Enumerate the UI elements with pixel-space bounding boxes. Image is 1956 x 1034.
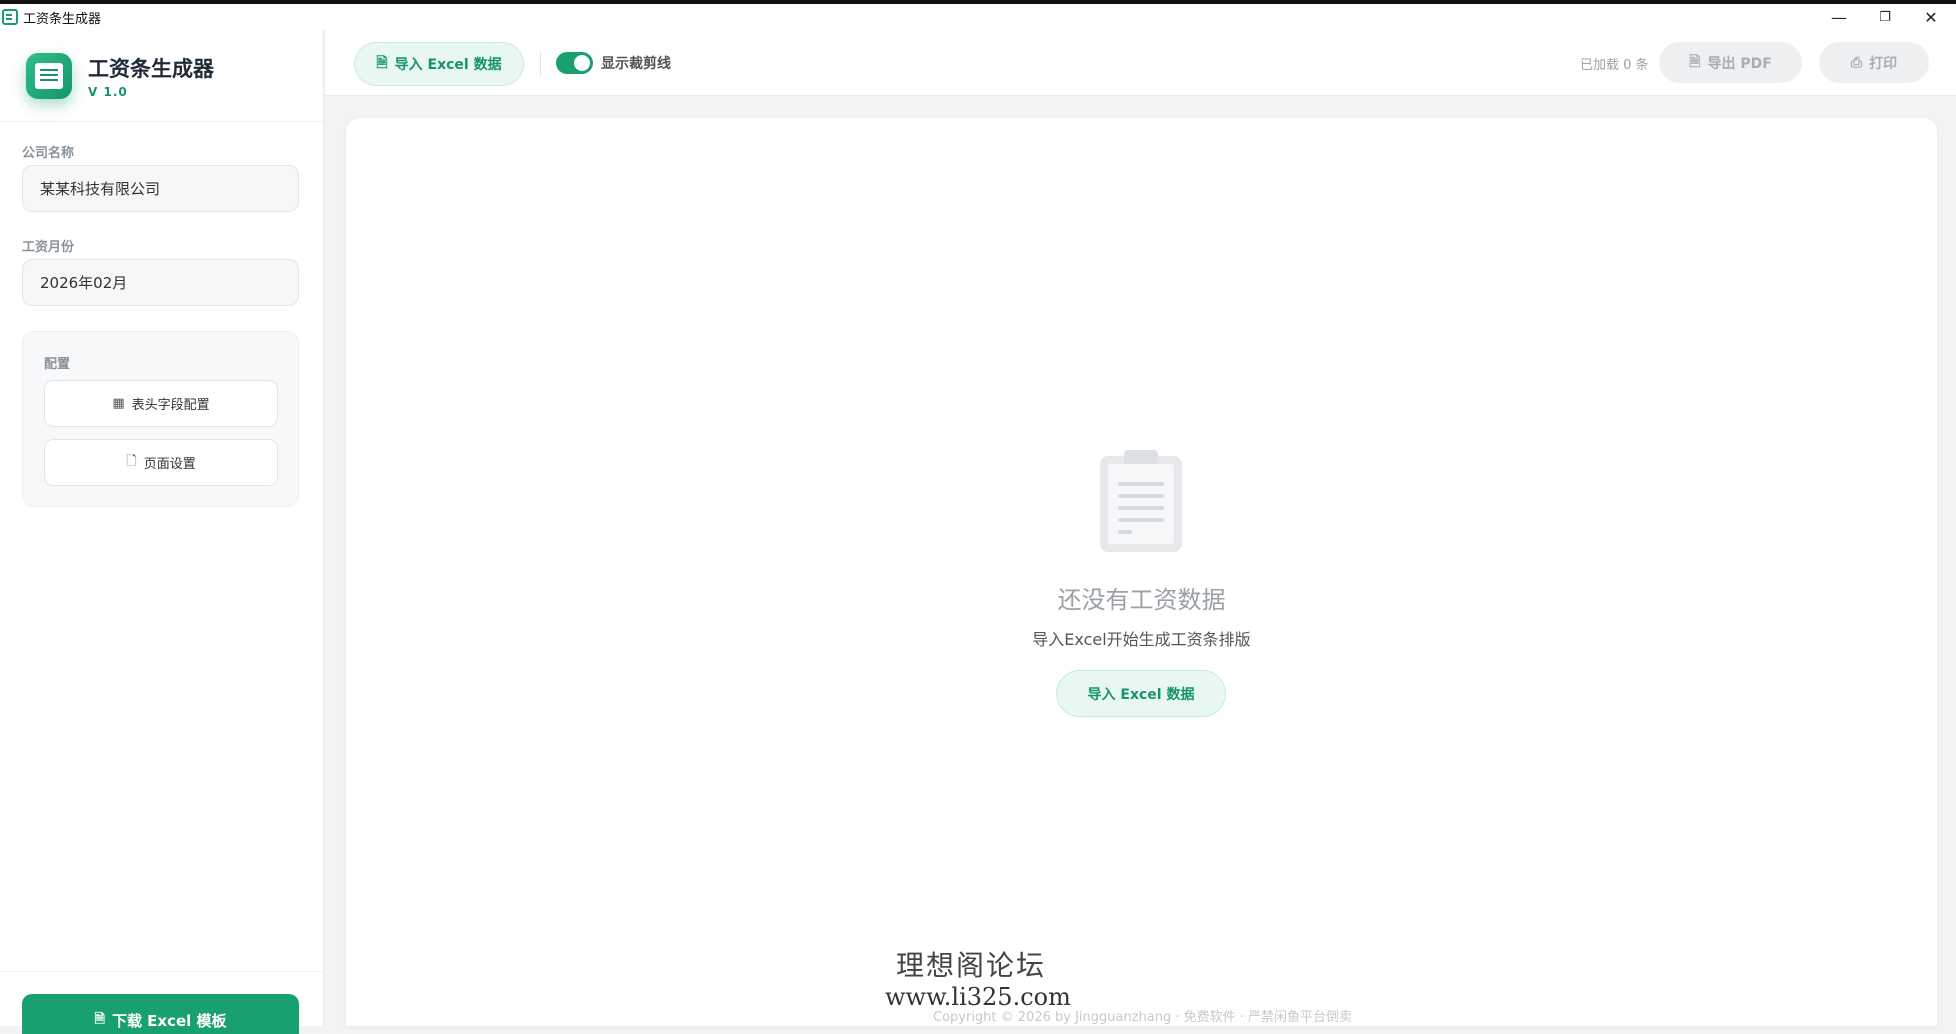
toolbar-divider <box>540 52 541 76</box>
month-input[interactable]: 2026年02月 <box>22 259 299 306</box>
sidebar-footer: 🗎 下载 Excel 模板 <box>0 971 324 1034</box>
company-label: 公司名称 <box>22 146 75 161</box>
toolbar: 🗎 导入 Excel 数据 显示裁剪线 已加载 0 条 🗎 导出 PDF ⎙ 打… <box>325 30 1956 96</box>
pdf-file-icon: 🗎 <box>1689 53 1701 70</box>
toggle-knob <box>574 55 590 71</box>
empty-state-title: 还没有工资数据 <box>1057 586 1226 614</box>
export-pdf-button[interactable]: 🗎 导出 PDF <box>1659 42 1802 83</box>
header-config-button[interactable]: ▦ 表头字段配置 <box>44 380 278 427</box>
month-label: 工资月份 <box>22 240 75 255</box>
page-setup-label: 页面设置 <box>143 457 196 472</box>
title-bar: 工资条生成器 — ❐ ✕ <box>0 0 1956 30</box>
loaded-count: 已加载 0 条 <box>1580 58 1649 73</box>
app-name: 工资条生成器 <box>88 56 214 81</box>
copyright-text: Copyright © 2026 by Jingguanzhang · 免费软件… <box>933 1010 1353 1025</box>
download-template-button[interactable]: 🗎 下载 Excel 模板 <box>22 994 299 1034</box>
empty-state-subtitle: 导入Excel开始生成工资条排版 <box>1032 630 1251 649</box>
cut-line-toggle-label: 显示裁剪线 <box>601 56 671 72</box>
print-label: 打印 <box>1869 55 1898 72</box>
close-button[interactable]: ✕ <box>1908 4 1954 30</box>
company-input[interactable]: 某某科技有限公司 <box>22 165 299 212</box>
restore-button[interactable]: ❐ <box>1862 4 1908 30</box>
config-title: 配置 <box>44 357 71 372</box>
watermark-text: 理想阁论坛 <box>896 949 1047 982</box>
payslip-logo-icon <box>26 52 72 99</box>
app-icon <box>2 9 18 25</box>
table-icon: ▦ <box>112 396 125 411</box>
export-pdf-label: 导出 PDF <box>1707 55 1772 72</box>
excel-file-icon: 🗎 <box>94 1012 105 1027</box>
clipboard-icon <box>1100 450 1182 552</box>
excel-file-icon: 🗎 <box>376 55 388 71</box>
document-icon: 🗋 <box>126 453 137 469</box>
window-title: 工资条生成器 <box>23 11 102 27</box>
brand: 工资条生成器 V 1.0 <box>0 30 323 122</box>
download-template-label: 下载 Excel 模板 <box>111 1012 227 1030</box>
app-version: V 1.0 <box>88 84 128 99</box>
import-excel-label: 导入 Excel 数据 <box>394 57 502 73</box>
sidebar: 工资条生成器 V 1.0 公司名称 某某科技有限公司 工资月份 2026年02月… <box>0 30 324 1034</box>
cut-line-toggle[interactable] <box>556 52 593 74</box>
minimize-button[interactable]: — <box>1816 4 1862 30</box>
import-excel-button[interactable]: 🗎 导入 Excel 数据 <box>354 42 524 86</box>
preview-canvas: 还没有工资数据 导入Excel开始生成工资条排版 导入 Excel 数据 <box>346 118 1937 1026</box>
header-config-label: 表头字段配置 <box>131 398 210 413</box>
print-button[interactable]: ⎙ 打印 <box>1819 42 1929 83</box>
config-panel: 配置 ▦ 表头字段配置 🗋 页面设置 <box>22 331 299 507</box>
printer-icon: ⎙ <box>1850 54 1863 71</box>
page-setup-button[interactable]: 🗋 页面设置 <box>44 439 278 486</box>
empty-import-button[interactable]: 导入 Excel 数据 <box>1056 670 1226 717</box>
